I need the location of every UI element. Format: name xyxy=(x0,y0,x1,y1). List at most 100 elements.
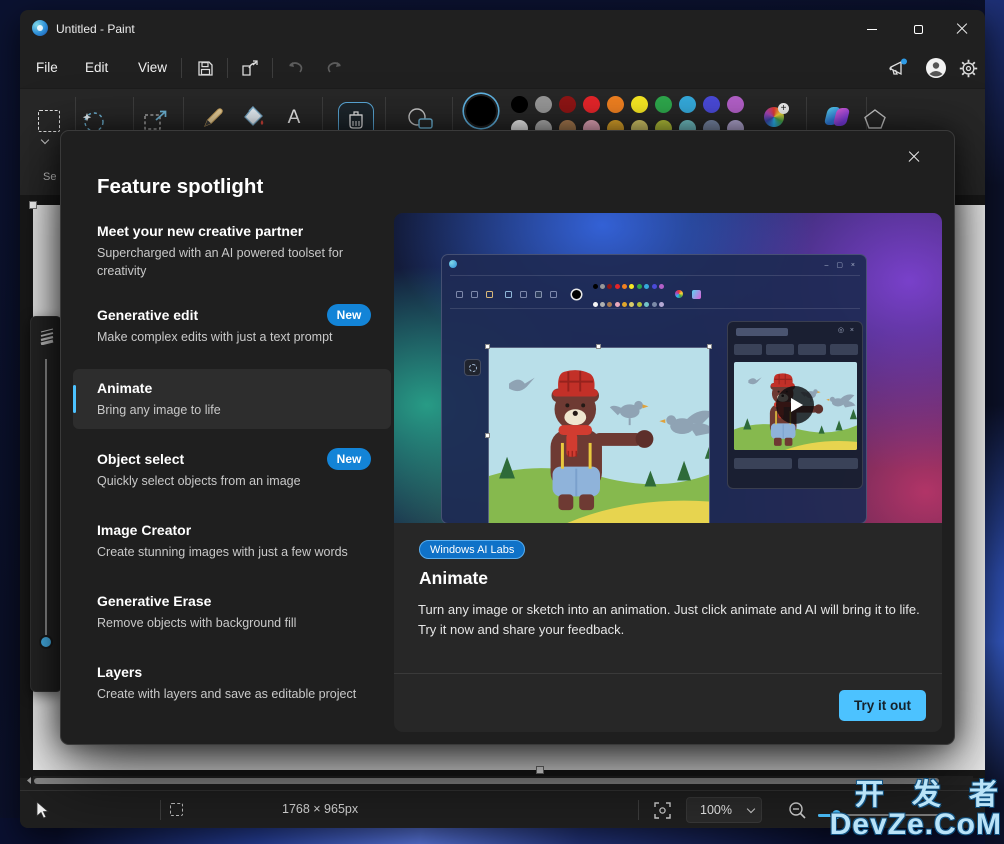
zoom-dropdown[interactable]: 100% xyxy=(686,797,762,823)
menu-file[interactable]: File xyxy=(30,56,64,80)
close-icon xyxy=(908,151,920,163)
pentagon-icon xyxy=(864,109,886,129)
brushes-icon xyxy=(349,111,363,129)
shapes-tool[interactable] xyxy=(404,105,436,133)
preview-color-dot xyxy=(651,302,657,307)
maximize-button[interactable] xyxy=(895,10,941,48)
settings-button[interactable] xyxy=(957,57,979,79)
color-swatch[interactable] xyxy=(582,96,600,113)
canvas-resize-handle-bottom[interactable] xyxy=(536,766,544,774)
preview-color-dot xyxy=(658,302,664,307)
undo-button[interactable] xyxy=(284,57,306,79)
preview-mini-toolbar xyxy=(450,275,860,309)
color-swatch[interactable] xyxy=(534,96,552,113)
selection-tool[interactable] xyxy=(36,108,62,134)
menu-edit[interactable]: Edit xyxy=(79,56,114,80)
selected-accent-bar xyxy=(73,385,76,413)
status-divider xyxy=(160,800,161,820)
hscroll-left-arrow[interactable] xyxy=(25,776,33,785)
menu-divider xyxy=(181,58,182,78)
megaphone-icon xyxy=(889,58,907,76)
preview-color-dot xyxy=(644,284,650,289)
color-swatch[interactable] xyxy=(702,96,720,113)
maximize-icon xyxy=(913,24,923,34)
play-button-icon xyxy=(776,386,814,424)
feature-item-creative-partner[interactable]: Meet your new creative partner Superchar… xyxy=(73,223,391,280)
minimize-button[interactable] xyxy=(849,10,895,48)
copilot-button[interactable] xyxy=(823,106,851,126)
selected-color-swatch[interactable] xyxy=(466,96,496,126)
feature-item-generative-edit[interactable]: Generative edit Make complex edits with … xyxy=(73,304,391,346)
color-swatch[interactable] xyxy=(726,96,744,113)
feature-desc: Remove objects with background fill xyxy=(97,616,297,630)
share-button[interactable] xyxy=(239,57,261,79)
stroke-size-icon xyxy=(40,328,54,345)
canvas-size-text: 1768 × 965px xyxy=(282,802,359,816)
text-tool[interactable]: A xyxy=(282,105,306,131)
text-tool-icon: A xyxy=(287,107,301,128)
edit-colors-button[interactable] xyxy=(764,103,789,127)
chevron-down-icon xyxy=(746,804,756,813)
new-badge: New xyxy=(327,304,371,326)
selection-group-label: Se xyxy=(43,171,57,183)
zoom-to-fit-icon[interactable] xyxy=(654,802,671,819)
feature-item-animate-selected[interactable]: Animate Bring any image to life xyxy=(73,369,391,429)
account-icon xyxy=(926,58,946,78)
feature-title: Image Creator xyxy=(97,522,192,538)
preview-animate-panel: ◎ × xyxy=(727,321,863,489)
preview-color-dot xyxy=(599,284,605,289)
redo-button[interactable] xyxy=(324,57,346,79)
selection-dropdown[interactable] xyxy=(40,135,50,145)
share-icon xyxy=(242,59,258,76)
feature-detail-card: – ▢ × ◎ × Windows AI Labs Animate Turn a… xyxy=(394,213,942,732)
feature-item-object-select[interactable]: Object select Quickly select objects fro… xyxy=(73,448,391,490)
feature-title: Animate xyxy=(97,380,153,396)
pencil-tool[interactable] xyxy=(200,104,226,132)
gear-icon xyxy=(959,59,977,77)
paint-window: Untitled - Paint File Edit View Se A + 1… xyxy=(20,10,985,828)
preview-color-dot xyxy=(592,284,598,289)
feature-preview-image: – ▢ × ◎ × xyxy=(394,213,942,523)
preview-color-dot xyxy=(636,302,642,307)
feature-desc: Supercharged with an AI powered toolset … xyxy=(97,246,343,279)
watermark-line2: DevZe.CoM xyxy=(829,808,1002,841)
feature-spotlight-dialog: Feature spotlight Meet your new creative… xyxy=(60,130,955,745)
canvas-resize-handle-topleft[interactable] xyxy=(29,201,37,209)
color-swatch[interactable] xyxy=(654,96,672,113)
menu-divider xyxy=(272,58,273,78)
menu-divider xyxy=(227,58,228,78)
feature-item-image-creator[interactable]: Image Creator Create stunning images wit… xyxy=(73,522,391,561)
shape-pentagon-tool[interactable] xyxy=(860,106,890,132)
minimize-icon xyxy=(867,28,877,30)
feature-title: Meet your new creative partner xyxy=(97,223,304,239)
color-swatch[interactable] xyxy=(678,96,696,113)
save-button[interactable] xyxy=(194,57,216,79)
hscroll-thumb[interactable] xyxy=(34,778,939,784)
size-slider-track[interactable] xyxy=(45,359,47,641)
bear-illustration xyxy=(489,348,709,523)
detail-description: Turn any image or sketch into an animati… xyxy=(418,602,920,638)
feature-item-layers[interactable]: Layers Create with layers and save as ed… xyxy=(73,664,391,703)
dialog-close-button[interactable] xyxy=(898,141,930,173)
color-swatch[interactable] xyxy=(510,96,528,113)
zoom-out-button[interactable] xyxy=(788,801,807,820)
preview-color-dot xyxy=(658,284,664,289)
fill-bucket-icon xyxy=(244,106,264,126)
menu-view[interactable]: View xyxy=(132,56,173,80)
try-it-out-button[interactable]: Try it out xyxy=(839,690,926,721)
account-button[interactable] xyxy=(925,57,947,79)
color-swatch[interactable] xyxy=(558,96,576,113)
watermark-line1: 开 发 者 xyxy=(854,779,1004,811)
preview-color-dot xyxy=(644,302,650,307)
size-slider-thumb[interactable] xyxy=(39,635,53,649)
size-flyout xyxy=(30,316,62,692)
color-swatch[interactable] xyxy=(606,96,624,113)
preview-color-dot xyxy=(629,302,635,307)
close-button[interactable] xyxy=(939,10,985,48)
fill-tool[interactable] xyxy=(240,103,268,131)
undo-icon xyxy=(289,62,303,73)
feature-item-generative-erase[interactable]: Generative Erase Remove objects with bac… xyxy=(73,593,391,632)
preview-magic-select-button xyxy=(464,359,481,376)
color-swatch[interactable] xyxy=(630,96,648,113)
feedback-button[interactable] xyxy=(888,57,910,79)
